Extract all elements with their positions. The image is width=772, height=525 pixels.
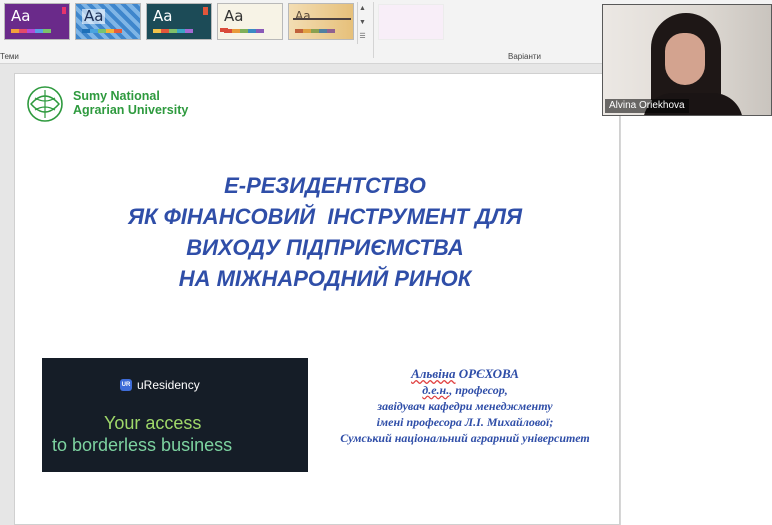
author-position: завідувач кафедри менеджменту (377, 399, 553, 413)
author-degree-line: д.е.н., професор, (315, 382, 615, 398)
theme-thumbnail-3[interactable]: Aa (146, 3, 212, 40)
author-textbox[interactable]: Альвіна ОРЄХОВА д.е.н., професор, завіду… (315, 366, 615, 446)
slide-title[interactable]: Е-РЕЗИДЕНТСТВО ЯК ФІНАНСОВИЙ ІНСТРУМЕНТ … (55, 170, 595, 294)
leaf-logo-icon (27, 86, 63, 122)
theme-glyph: Aa (82, 7, 106, 25)
university-logo: Sumy National Agrarian University (25, 84, 195, 124)
theme-accent-line (293, 18, 351, 20)
variant-thumbnail[interactable] (378, 4, 444, 40)
title-line-4: НА МІЖНАРОДНИЙ РИНОК (178, 266, 472, 291)
participant-video-tile[interactable]: Alvina Oriekhova (602, 4, 772, 116)
author-department: імені професора Л.І. Михайлової; (376, 415, 554, 429)
banner-tagline-1: Your access (104, 413, 202, 433)
theme-color-strip (295, 29, 335, 33)
theme-glyph: Aa (224, 7, 244, 25)
theme-glyph: Aa (11, 7, 31, 25)
banner-tagline-2: to borderless business (52, 435, 233, 455)
theme-thumbnail-4[interactable]: Aa (217, 3, 283, 40)
uresidency-banner-image[interactable]: UR uResidency Your access to borderless … (42, 358, 308, 472)
gallery-more-icon[interactable]: ☰ (358, 30, 367, 44)
author-university: Сумський національний аграрний університ… (340, 431, 590, 445)
theme-glyph: Aa (295, 9, 311, 23)
theme-thumbnail-1[interactable]: Aa (4, 3, 70, 40)
editor-right-margin (620, 64, 772, 525)
uresidency-logo-icon: UR (120, 379, 132, 391)
author-name: Альвіна ОРЄХОВА (315, 366, 615, 382)
theme-accent-mark (62, 7, 66, 14)
theme-gallery-scroll[interactable]: ▲ ▼ ☰ (357, 2, 367, 44)
slide-canvas[interactable]: Sumy National Agrarian University Е-РЕЗИ… (14, 73, 620, 525)
title-line-3: ВИХОДУ ПІДПРИЄМСТВА (186, 235, 464, 260)
author-last-name: ОРЄХОВА (458, 366, 519, 381)
participant-face (665, 33, 705, 85)
theme-color-strip (224, 29, 264, 33)
banner-brand: uResidency (137, 378, 200, 392)
logo-text-line1: Sumy National (73, 89, 160, 103)
theme-color-strip (153, 29, 193, 33)
theme-thumbnail-2[interactable]: Aa (75, 3, 141, 40)
variants-group-label: Варіанти (508, 52, 542, 61)
themes-group-label: Теми (0, 52, 19, 61)
theme-accent-mark (203, 7, 208, 15)
author-degree-suffix: , професор, (449, 383, 508, 397)
theme-thumbnail-5[interactable]: Aa (288, 3, 354, 40)
scroll-down-icon[interactable]: ▼ (358, 16, 367, 30)
ribbon-group-separator (373, 2, 374, 58)
title-line-2: ЯК ФІНАНСОВИЙ ІНСТРУМЕНТ ДЛЯ (127, 204, 523, 229)
theme-glyph: Aa (153, 7, 173, 25)
theme-color-strip (11, 29, 51, 33)
theme-color-strip (82, 29, 122, 33)
participant-name-label: Alvina Oriekhova (605, 99, 689, 113)
title-line-1: Е-РЕЗИДЕНТСТВО (224, 173, 426, 198)
logo-text-line2: Agrarian University (73, 103, 189, 117)
scroll-up-icon[interactable]: ▲ (358, 2, 367, 16)
author-first-name: Альвіна (411, 366, 456, 381)
author-degree: д.е.н. (422, 383, 450, 397)
